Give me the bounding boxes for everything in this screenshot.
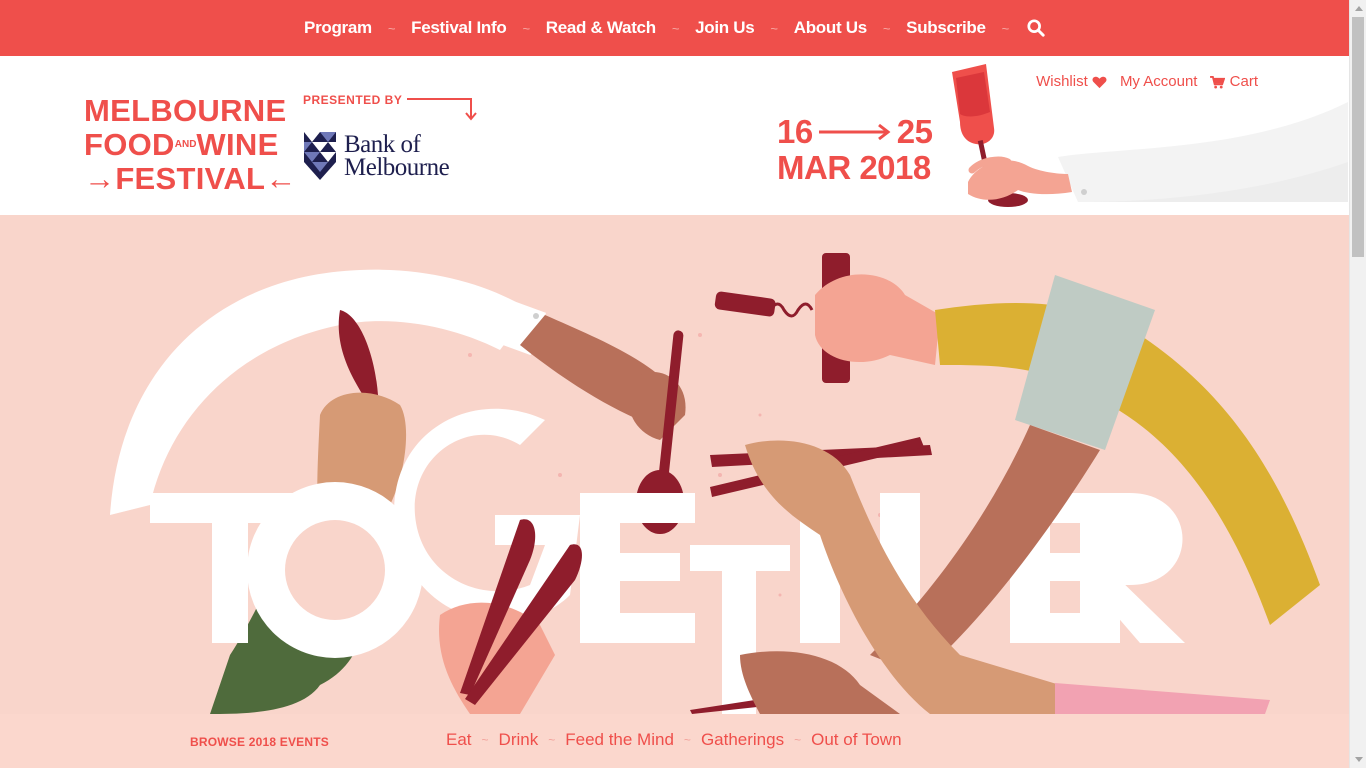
bank-emblem-icon [304,132,336,180]
nav-item-join-us[interactable]: Join Us [695,18,755,38]
nav-link-join-us[interactable]: Join Us [695,18,755,38]
cart-icon [1210,75,1226,89]
heart-icon [1092,76,1107,88]
logo-word-wine: WINE [196,127,279,162]
presented-by-label: PRESENTED BY [303,93,403,107]
corkscrew-hand [815,274,940,365]
logo-arrow-left-icon: ← [265,161,297,196]
nav-item-about-us[interactable]: About Us [794,18,867,38]
date-arrow-icon [818,123,891,141]
logo-word-food: FOOD [84,127,175,162]
scrollbar-thumb[interactable] [1352,17,1364,257]
scroll-down-arrow-icon[interactable] [1350,751,1366,768]
nav-link-read-watch[interactable]: Read & Watch [546,18,656,38]
browse-categories: Eat ~ Drink ~ Feed the Mind ~ Gatherings… [446,730,902,750]
wishlist-link[interactable]: Wishlist [1036,73,1107,90]
festival-logo[interactable]: MELBOURNE FOODANDWINE →FESTIVAL← [84,94,297,196]
end-day: 25 [896,113,933,150]
bank-name-line-1: Bank of [344,131,421,158]
nav-item-program[interactable]: Program [304,18,372,38]
account-links: Wishlist My Account Cart [1036,73,1258,90]
nav-link-subscribe[interactable]: Subscribe [906,18,986,38]
category-gatherings[interactable]: Gatherings [701,730,784,750]
cart-label: Cart [1229,73,1258,90]
site-header: MELBOURNE FOODANDWINE →FESTIVAL← PRESENT… [0,56,1349,215]
nav-item-festival-info[interactable]: Festival Info [411,18,507,38]
category-separator: ~ [481,733,489,747]
nav-separator: ~ [882,20,891,36]
nav-separator: ~ [522,20,530,36]
logo-arrow-right-icon: → [84,161,116,196]
nav-separator: ~ [770,20,778,36]
nav-link-about-us[interactable]: About Us [794,18,867,38]
nav-separator: ~ [1001,20,1010,36]
date-range: 16 25 [777,113,933,150]
bank-name: Bank of Melbourne [344,131,450,181]
my-account-link[interactable]: My Account [1120,73,1198,90]
wishlist-label: Wishlist [1036,73,1088,90]
bottom-hand [740,651,900,714]
logo-word-and: AND [174,139,197,150]
logo-word-festival: FESTIVAL [115,161,266,196]
category-drink[interactable]: Drink [499,730,539,750]
logo-line-3: →FESTIVAL← [84,162,297,196]
category-feed-the-mind[interactable]: Feed the Mind [565,730,674,750]
start-day: 16 [777,113,813,150]
page-scrollbar[interactable] [1349,0,1366,768]
cart-link[interactable]: Cart [1210,73,1258,90]
bank-of-melbourne-logo[interactable]: Bank of Melbourne [304,131,450,181]
scroll-up-arrow-icon[interactable] [1350,0,1366,17]
nav-link-program[interactable]: Program [304,18,372,38]
sage-cuff [1015,275,1155,450]
nav-link-festival-info[interactable]: Festival Info [411,18,507,38]
month-year: MAR 2018 [777,149,931,186]
logo-line-2: FOODANDWINE [84,128,297,162]
top-nav: Program ~ Festival Info ~ Read & Watch ~… [0,0,1349,56]
logo-line-1: MELBOURNE [84,93,287,128]
bank-name-line-2: Melbourne [344,154,450,181]
nav-item-search[interactable] [1025,19,1045,37]
hero-banner[interactable] [0,215,1349,714]
nav-item-read-watch[interactable]: Read & Watch [546,18,656,38]
presented-arrow-icon [407,98,477,121]
search-icon[interactable] [1027,19,1045,37]
nav-separator: ~ [671,20,680,36]
category-out-of-town[interactable]: Out of Town [811,730,901,750]
browse-events-bar: BROWSE 2018 EVENTS Eat ~ Drink ~ Feed th… [0,714,1349,768]
category-separator: ~ [683,733,691,747]
nav-item-subscribe[interactable]: Subscribe [906,18,986,38]
category-separator: ~ [548,733,556,747]
festival-dates: 16 25 MAR 2018 [777,113,933,186]
browse-events-label: BROWSE 2018 EVENTS [190,735,329,749]
category-separator: ~ [794,733,802,747]
together-illustration [110,253,1320,714]
top-nav-list: Program ~ Festival Info ~ Read & Watch ~… [304,18,1045,38]
category-eat[interactable]: Eat [446,730,472,750]
nav-separator: ~ [387,20,396,36]
